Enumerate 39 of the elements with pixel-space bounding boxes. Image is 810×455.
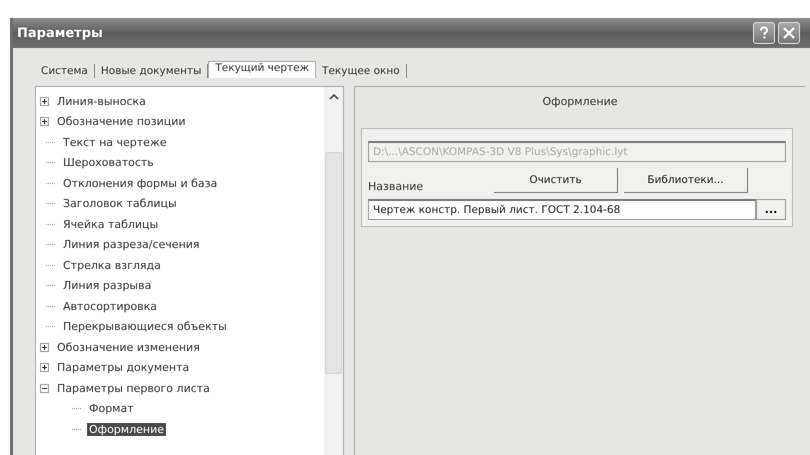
- section-heading: Оформление: [542, 94, 618, 110]
- tab[interactable]: Текущий чертеж: [208, 61, 316, 78]
- tab[interactable]: Текущее окно: [316, 64, 407, 78]
- expand-icon[interactable]: [40, 117, 49, 126]
- tree-item[interactable]: Автосортировка: [61, 300, 160, 313]
- tree-item[interactable]: Линия разрыва: [61, 279, 154, 292]
- tree-item[interactable]: Заголовок таблицы: [61, 197, 179, 210]
- close-icon: [783, 27, 795, 39]
- tree-item[interactable]: Параметры первого листа: [55, 382, 212, 395]
- scrollbar[interactable]: [324, 87, 343, 455]
- tab[interactable]: Система: [35, 64, 95, 78]
- tree-item[interactable]: Параметры документа: [55, 361, 192, 374]
- push-button[interactable]: Очистить: [494, 168, 618, 193]
- scroll-thumb[interactable]: [325, 152, 342, 374]
- field-label: Название: [368, 180, 424, 193]
- tree-item[interactable]: Стрелка взгляда: [61, 258, 163, 272]
- tree-item[interactable]: Отклонения формы и база: [61, 176, 220, 190]
- help-button[interactable]: [753, 22, 775, 44]
- tree-item[interactable]: Шероховатость: [61, 156, 156, 170]
- push-button[interactable]: Библиотеки...: [624, 168, 748, 193]
- window-title: Параметры: [17, 26, 103, 40]
- tree-item[interactable]: Ячейка таблицы: [61, 218, 160, 231]
- scroll-up-icon[interactable]: [328, 93, 338, 100]
- help-icon: [757, 26, 771, 40]
- tree-item[interactable]: Линия разреза/сечения: [61, 238, 202, 252]
- tree-item[interactable]: Обозначение изменения: [55, 340, 202, 354]
- browse-button[interactable]: ...: [756, 199, 786, 220]
- name-field[interactable]: Чертеж констр. Первый лист. ГОСТ 2.104-68: [368, 199, 756, 220]
- tree-item[interactable]: Перекрывающиеся объекты: [61, 320, 229, 334]
- expand-icon[interactable]: [40, 96, 49, 106]
- close-button[interactable]: [778, 22, 800, 44]
- tree-item[interactable]: Обозначение позиции: [55, 115, 188, 128]
- expand-icon[interactable]: [40, 363, 49, 372]
- tree-item[interactable]: Оформление: [87, 422, 166, 436]
- tree-item[interactable]: Формат: [87, 402, 136, 416]
- expand-icon[interactable]: [40, 342, 49, 352]
- tree-item[interactable]: Текст на чертеже: [61, 136, 169, 149]
- tree-item[interactable]: Линия-выноска: [55, 94, 148, 108]
- collapse-icon[interactable]: [40, 384, 49, 393]
